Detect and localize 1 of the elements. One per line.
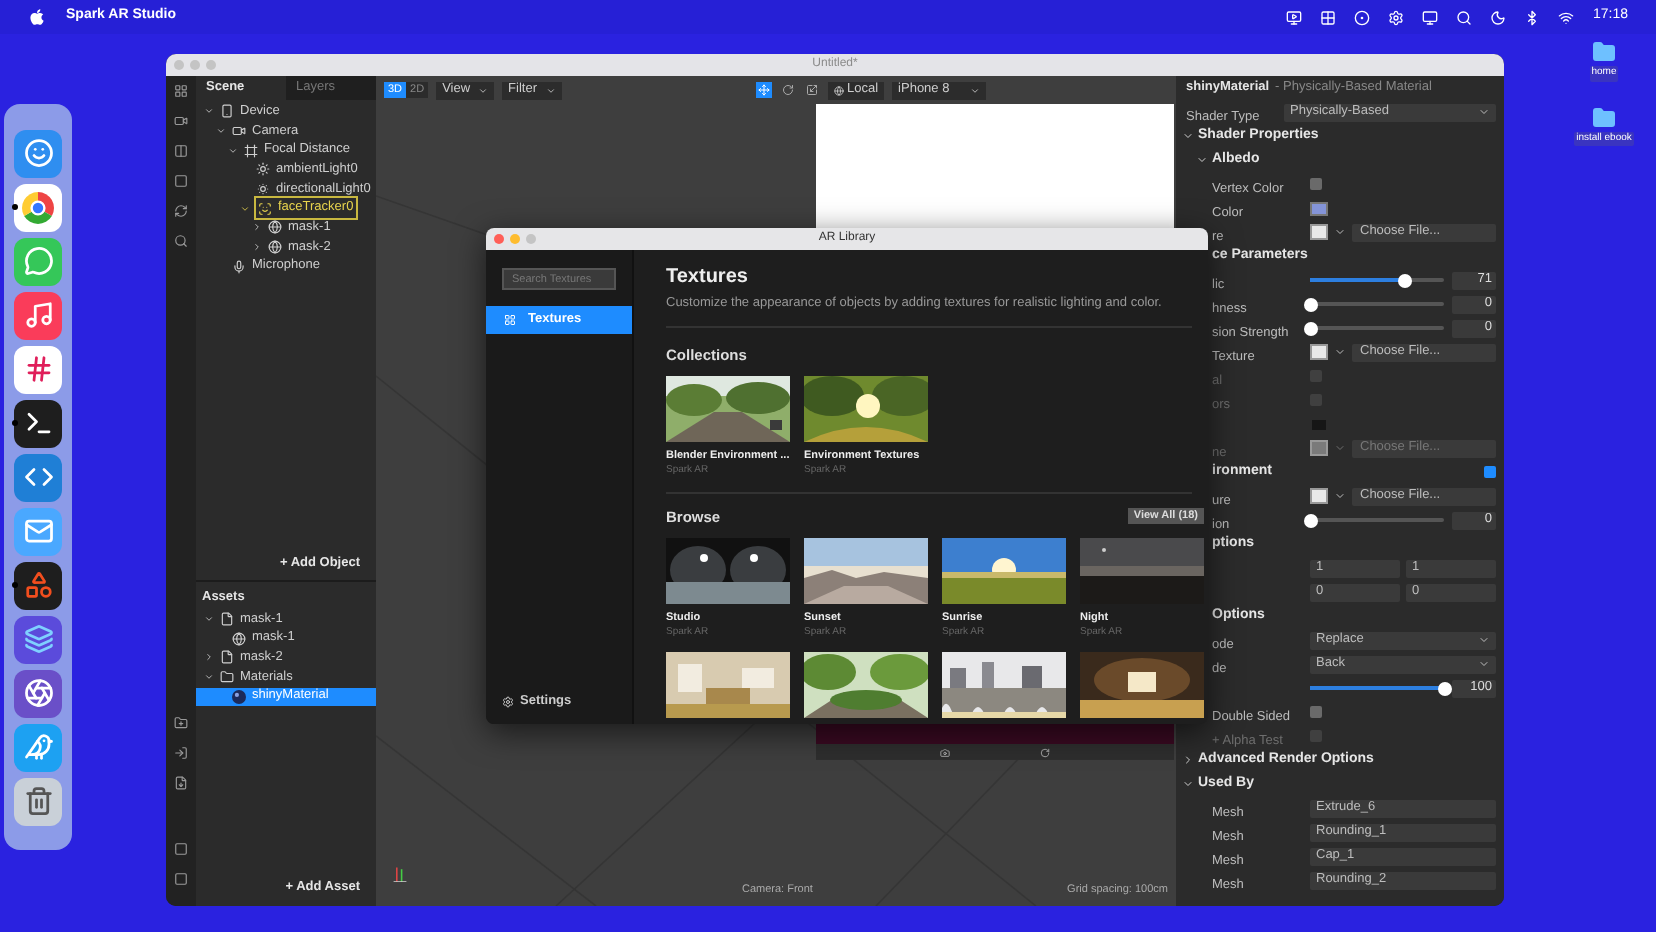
library-heading: Textures — [666, 266, 750, 290]
